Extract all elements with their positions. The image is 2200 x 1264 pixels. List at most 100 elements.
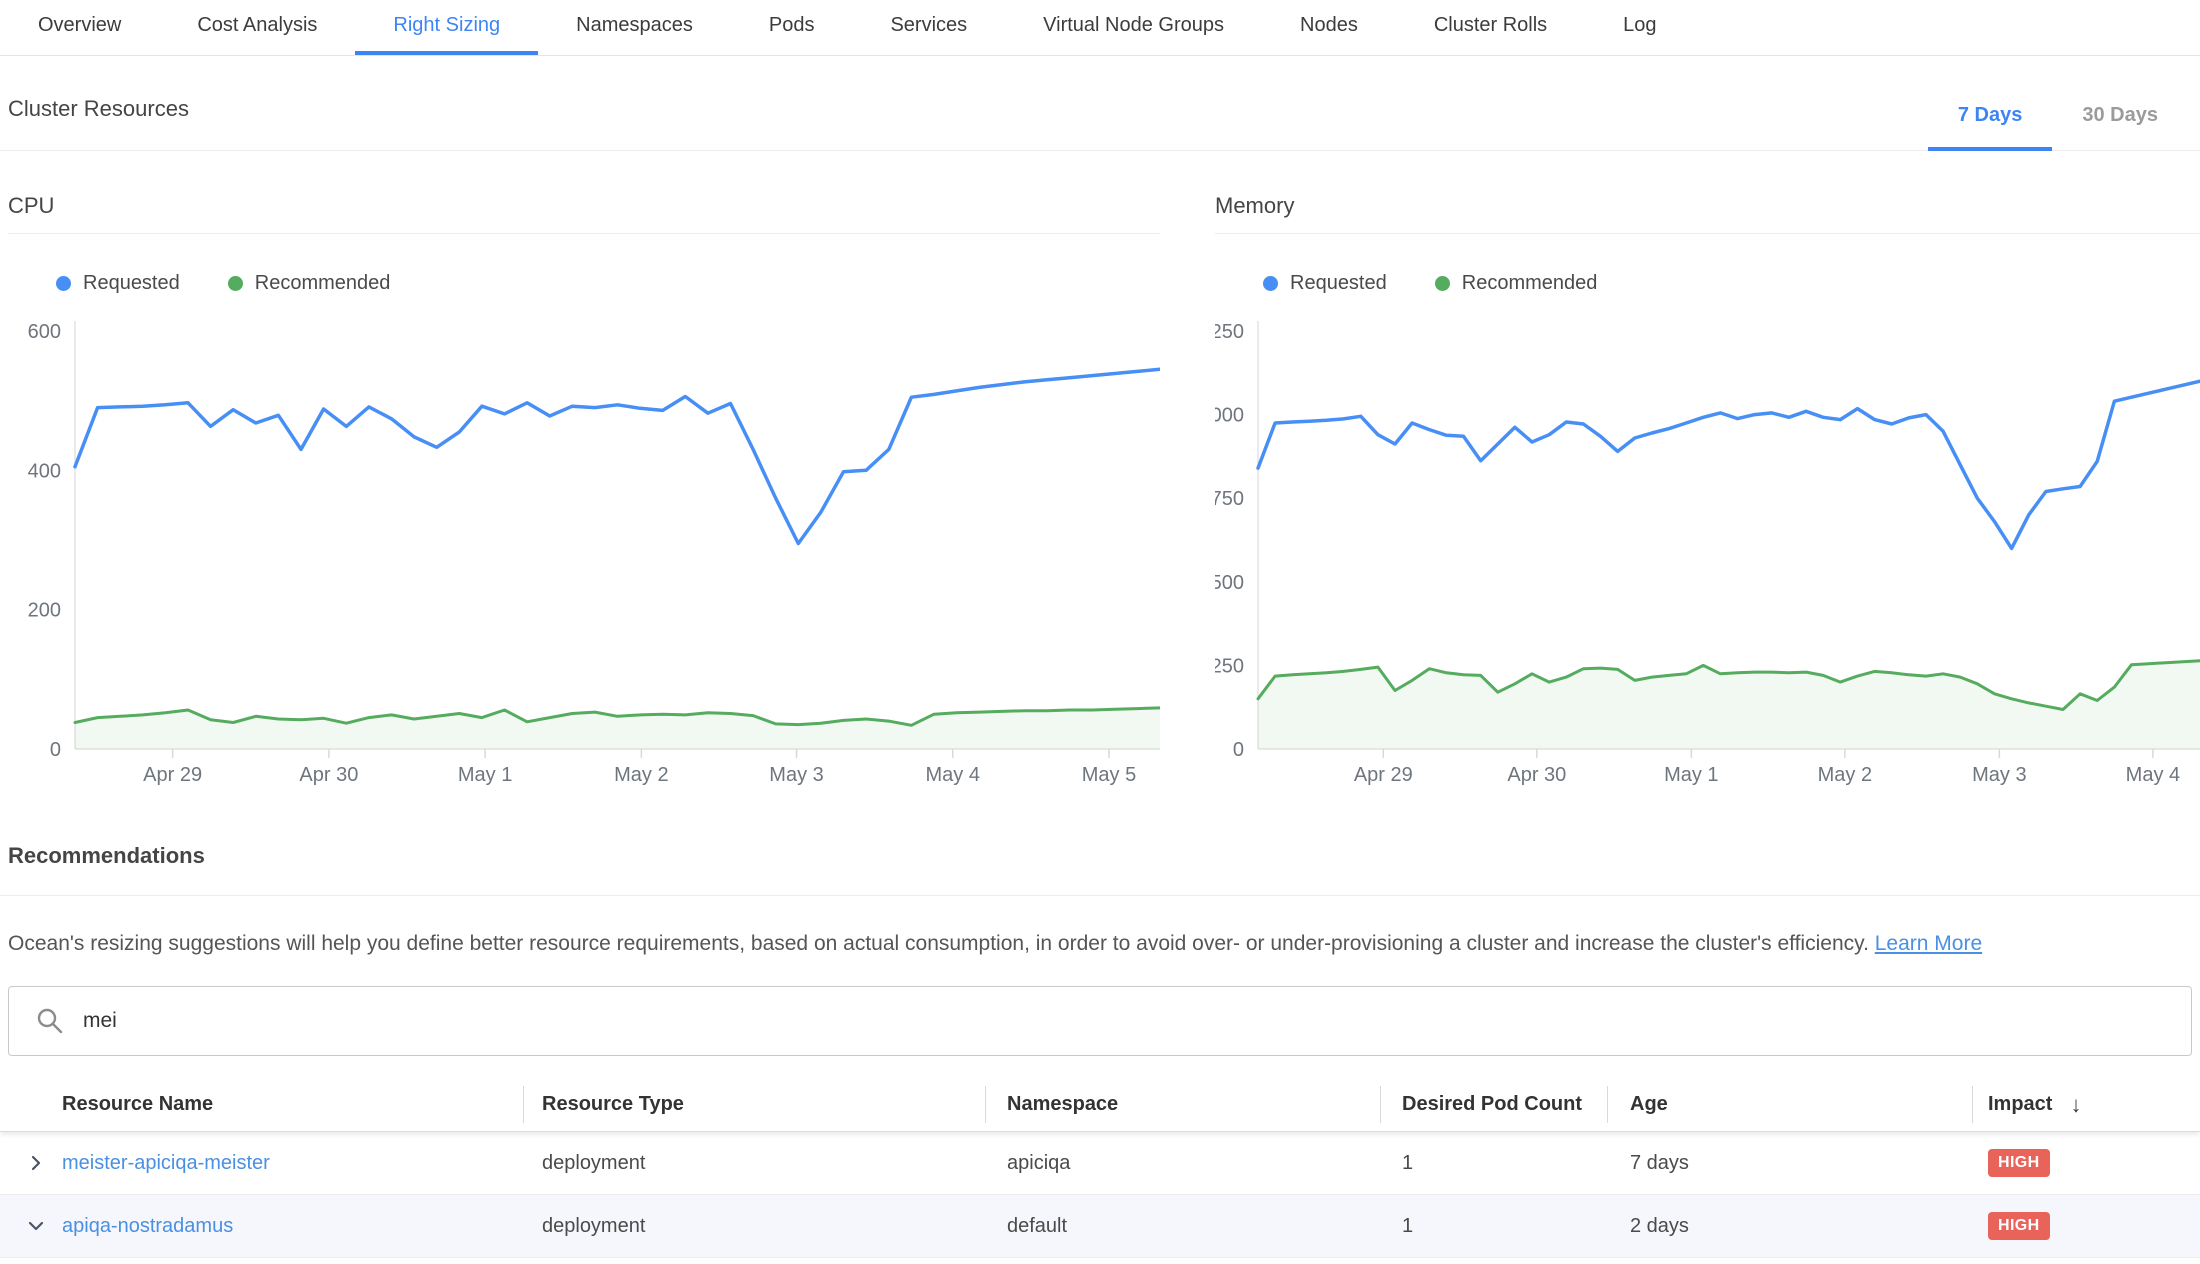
desired-pod-count-cell: 1 [1380,1215,1607,1238]
impact-cell: HIGH [1972,1149,2200,1177]
cluster-resources-header: Cluster Resources 7 Days30 Days [0,56,2200,151]
table-row: apiqa-nostradamus deploymentdefault12 day… [0,1195,2200,1258]
resource-type-cell: deployment [523,1215,985,1238]
svg-text:Apr 30: Apr 30 [1507,764,1566,786]
impact-cell: HIGH [1972,1212,2200,1240]
svg-text:0: 0 [1233,739,1244,761]
learn-more-link[interactable]: Learn More [1875,932,1982,955]
resource-search-box[interactable] [8,986,2192,1056]
column-header-label: Resource Name [62,1093,213,1116]
column-header-resource-name[interactable]: Resource Name [0,1078,523,1131]
svg-text:750: 750 [1215,488,1244,510]
search-input[interactable] [81,1008,2191,1034]
column-header-namespace[interactable]: Namespace [985,1078,1380,1131]
expand-row-chevron-right-icon[interactable] [26,1153,46,1173]
svg-text:May 1: May 1 [1664,764,1718,786]
recommendations-section: Recommendations Ocean's resizing suggest… [0,843,2200,1258]
charts-row: CPU Requested Recommended 0 200 400 600 Apr 2… [0,151,2200,789]
tab-log[interactable]: Log [1585,0,1694,55]
recommendations-description: Ocean's resizing suggestions will help y… [8,930,2200,958]
legend-label: Requested [1290,272,1387,295]
column-header-resource-type[interactable]: Resource Type [523,1078,985,1131]
svg-text:May 5: May 5 [1082,764,1136,786]
resource-name-link[interactable]: meister-apiciqa-meister [62,1152,270,1175]
cpu-chart-panel: CPU Requested Recommended 0 200 400 600 Apr 2… [8,151,1160,789]
legend-label: Recommended [1462,272,1598,295]
legend-item-recommended[interactable]: Recommended [228,272,391,295]
resource-name-link[interactable]: apiqa-nostradamus [62,1215,233,1238]
time-range-toggle: 7 Days30 Days [1928,104,2200,150]
search-icon [35,1006,65,1036]
memory-chart-title: Memory [1215,193,2200,233]
table-body: meister-apiciqa-meisterdeploymentapiciqa… [0,1132,2200,1258]
table-header-row: Resource Name Resource Type Namespace Desir… [0,1078,2200,1132]
divider [1215,233,2200,234]
collapse-row-chevron-down-icon[interactable] [26,1216,46,1236]
tab-virtual-node-groups[interactable]: Virtual Node Groups [1005,0,1262,55]
resource-name-cell: apiqa-nostradamus [0,1215,523,1238]
svg-text:Apr 29: Apr 29 [1354,764,1413,786]
svg-text:May 2: May 2 [614,764,668,786]
memory-chart-panel: Memory RequestedRecommended 025050075010… [1215,151,2200,789]
cpu-chart-title: CPU [8,193,1160,233]
namespace-cell: default [985,1215,1380,1238]
sort-descending-icon: ↓ [2070,1092,2081,1118]
tab-overview[interactable]: Overview [0,0,159,55]
cpu-chart: 0 200 400 600 Apr 29 Apr 30 May 1 May 2 May 3 May… [8,303,1160,789]
legend-dot-recommended [228,276,243,291]
impact-badge: HIGH [1988,1212,2050,1240]
svg-text:500: 500 [1215,572,1244,594]
column-header-label: Impact [1988,1093,2052,1116]
svg-text:May 4: May 4 [926,764,980,786]
svg-text:600: 600 [28,321,61,343]
cluster-resources-title: Cluster Resources [8,96,189,150]
legend-dot-requested [1263,276,1278,291]
column-header-label: Desired Pod Count [1402,1093,1582,1116]
svg-text:Apr 29: Apr 29 [143,764,202,786]
legend-item-requested[interactable]: Requested [56,272,180,295]
impact-badge: HIGH [1988,1149,2050,1177]
tab-cluster-rolls[interactable]: Cluster Rolls [1396,0,1585,55]
tab-nodes[interactable]: Nodes [1262,0,1396,55]
tab-services[interactable]: Services [852,0,1005,55]
resource-type-cell: deployment [523,1152,985,1175]
column-header-age[interactable]: Age [1607,1078,1972,1131]
svg-text:Apr 30: Apr 30 [299,764,358,786]
legend-item-recommended[interactable]: Recommended [1435,272,1598,295]
top-tab-bar: OverviewCost AnalysisRight SizingNamespa… [0,0,2200,56]
legend-label: Recommended [255,272,391,295]
memory-chart: 025050075010001250Apr 29Apr 30May 1May 2… [1215,303,2200,789]
svg-text:May 4: May 4 [2126,764,2180,786]
svg-text:May 1: May 1 [458,764,512,786]
column-header-desired-pod-count[interactable]: Desired Pod Count [1380,1078,1607,1131]
svg-text:1250: 1250 [1215,321,1244,343]
tab-right-sizing[interactable]: Right Sizing [355,0,538,55]
range-tab-30-days[interactable]: 30 Days [2052,104,2188,151]
tab-cost-analysis[interactable]: Cost Analysis [159,0,355,55]
namespace-cell: apiciqa [985,1152,1380,1175]
legend-label: Requested [83,272,180,295]
resource-name-cell: meister-apiciqa-meister [0,1152,523,1175]
column-header-impact[interactable]: Impact ↓ [1972,1078,2200,1131]
svg-text:200: 200 [28,600,61,622]
age-cell: 7 days [1607,1152,1972,1175]
tab-namespaces[interactable]: Namespaces [538,0,731,55]
table-row: meister-apiciqa-meister deploymentapiciqa… [0,1132,2200,1195]
svg-text:400: 400 [28,460,61,482]
memory-chart-legend: Requested Recommended [1263,272,2200,295]
legend-item-requested[interactable]: Requested [1263,272,1387,295]
divider [8,233,1160,234]
column-header-label: Age [1630,1093,1668,1116]
cpu-chart-legend: Requested Recommended [56,272,1160,295]
age-cell: 2 days [1607,1215,1972,1238]
svg-text:May 3: May 3 [769,764,823,786]
column-header-label: Resource Type [542,1093,684,1116]
svg-text:0: 0 [50,739,61,761]
column-header-label: Namespace [1007,1093,1118,1116]
svg-text:1000: 1000 [1215,405,1244,427]
svg-text:May 3: May 3 [1972,764,2026,786]
range-tab-7-days[interactable]: 7 Days [1928,104,2053,151]
tab-pods[interactable]: Pods [731,0,853,55]
recommendations-table: Resource Name Resource Type Namespace Desir… [0,1078,2200,1258]
desired-pod-count-cell: 1 [1380,1152,1607,1175]
